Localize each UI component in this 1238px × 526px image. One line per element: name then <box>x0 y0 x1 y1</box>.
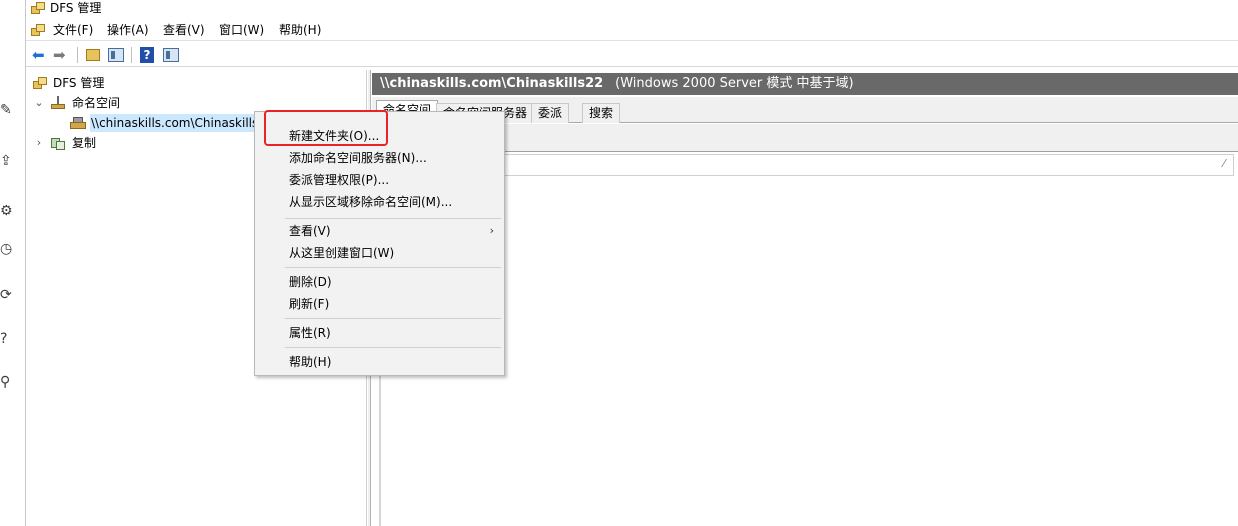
toolbar-separator <box>77 47 78 63</box>
help-icon[interactable]: ? <box>138 46 156 64</box>
menu-action[interactable]: 操作(A) <box>107 22 149 39</box>
ctx-separator <box>285 267 501 268</box>
window-title: DFS 管理 <box>50 1 102 15</box>
menu-window[interactable]: 窗口(W) <box>219 22 264 39</box>
left-edge-strip: ✎ ⇪ ⚙ ◷ ⟳ ? ⚲ <box>0 0 26 526</box>
ctx-remove-namespace-from-display[interactable]: 从显示区域移除命名空间(M)... <box>289 192 452 212</box>
replication-icon <box>50 135 66 151</box>
header-mode: (Windows 2000 Server 模式 中基于域) <box>615 76 854 91</box>
system-menu-icon[interactable] <box>30 23 46 37</box>
ctx-add-namespace-server[interactable]: 添加命名空间服务器(N)... <box>289 148 427 168</box>
ctx-help[interactable]: 帮助(H) <box>289 352 331 372</box>
dfs-root-icon <box>32 76 48 90</box>
ctx-refresh[interactable]: 刷新(F) <box>289 294 329 314</box>
dfs-management-window: DFS 管理 文件(F) 操作(A) 查看(V) 窗口(W) 帮助(H) ⬅ ➡… <box>26 0 1238 526</box>
namespace-root-icon <box>70 115 86 131</box>
action-pane-icon[interactable] <box>162 46 180 64</box>
tree-item-dfs-root[interactable]: DFS 管理 <box>26 73 366 93</box>
settings-icon[interactable]: ⚙ <box>0 203 14 219</box>
share-icon[interactable]: ⇪ <box>0 153 14 169</box>
ctx-view[interactable]: 查看(V) <box>289 221 497 241</box>
help-circle-icon[interactable]: ? <box>0 331 14 347</box>
show-hide-tree-icon[interactable] <box>107 46 125 64</box>
header-path: \\chinaskills.com\Chinaskills22 <box>380 76 604 91</box>
back-arrow-icon[interactable]: ⬅ <box>32 46 45 64</box>
edit-icon[interactable]: ✎ <box>0 102 14 118</box>
ctx-separator <box>285 218 501 219</box>
chevron-down-icon[interactable]: ⌄ <box>33 93 45 113</box>
menu-help[interactable]: 帮助(H) <box>279 22 321 39</box>
ctx-separator <box>285 318 501 319</box>
menu-file[interactable]: 文件(F) <box>53 22 93 39</box>
ctx-new-window-from-here[interactable]: 从这里创建窗口(W) <box>289 243 394 263</box>
history-icon[interactable]: ◷ <box>0 241 14 257</box>
menu-bar: 文件(F) 操作(A) 查看(V) 窗口(W) 帮助(H) <box>26 20 1238 41</box>
dfs-app-icon <box>30 1 46 15</box>
ctx-separator <box>285 347 501 348</box>
chevron-right-icon[interactable]: › <box>33 133 45 153</box>
column-resize-icon: ⁄ <box>1223 157 1225 170</box>
search-icon[interactable]: ⚲ <box>0 374 14 390</box>
ctx-delete[interactable]: 删除(D) <box>289 272 332 292</box>
forward-arrow-icon[interactable]: ➡ <box>53 46 66 64</box>
ctx-delegate-permissions[interactable]: 委派管理权限(P)... <box>289 170 389 190</box>
ctx-properties[interactable]: 属性(R) <box>289 323 331 343</box>
context-menu: 新建文件夹(O)... 添加命名空间服务器(N)... 委派管理权限(P)...… <box>254 111 505 376</box>
tab-search[interactable]: 搜索 <box>582 103 621 123</box>
up-folder-icon[interactable] <box>84 46 102 64</box>
annotation-highlight-box <box>264 110 388 146</box>
details-header: \\chinaskills.com\Chinaskills22 (Windows … <box>372 73 1238 95</box>
sync-icon[interactable]: ⟳ <box>0 287 14 303</box>
menu-view[interactable]: 查看(V) <box>163 22 205 39</box>
namespace-icon <box>50 95 66 111</box>
list-column-header[interactable]: ⁄ <box>382 154 1234 176</box>
toolbar-separator <box>131 47 132 63</box>
submenu-arrow-icon: › <box>489 224 494 237</box>
toolbar: ⬅ ➡ ? <box>26 43 1238 67</box>
title-bar: DFS 管理 <box>26 0 1238 18</box>
tab-delegation[interactable]: 委派 <box>531 103 570 123</box>
